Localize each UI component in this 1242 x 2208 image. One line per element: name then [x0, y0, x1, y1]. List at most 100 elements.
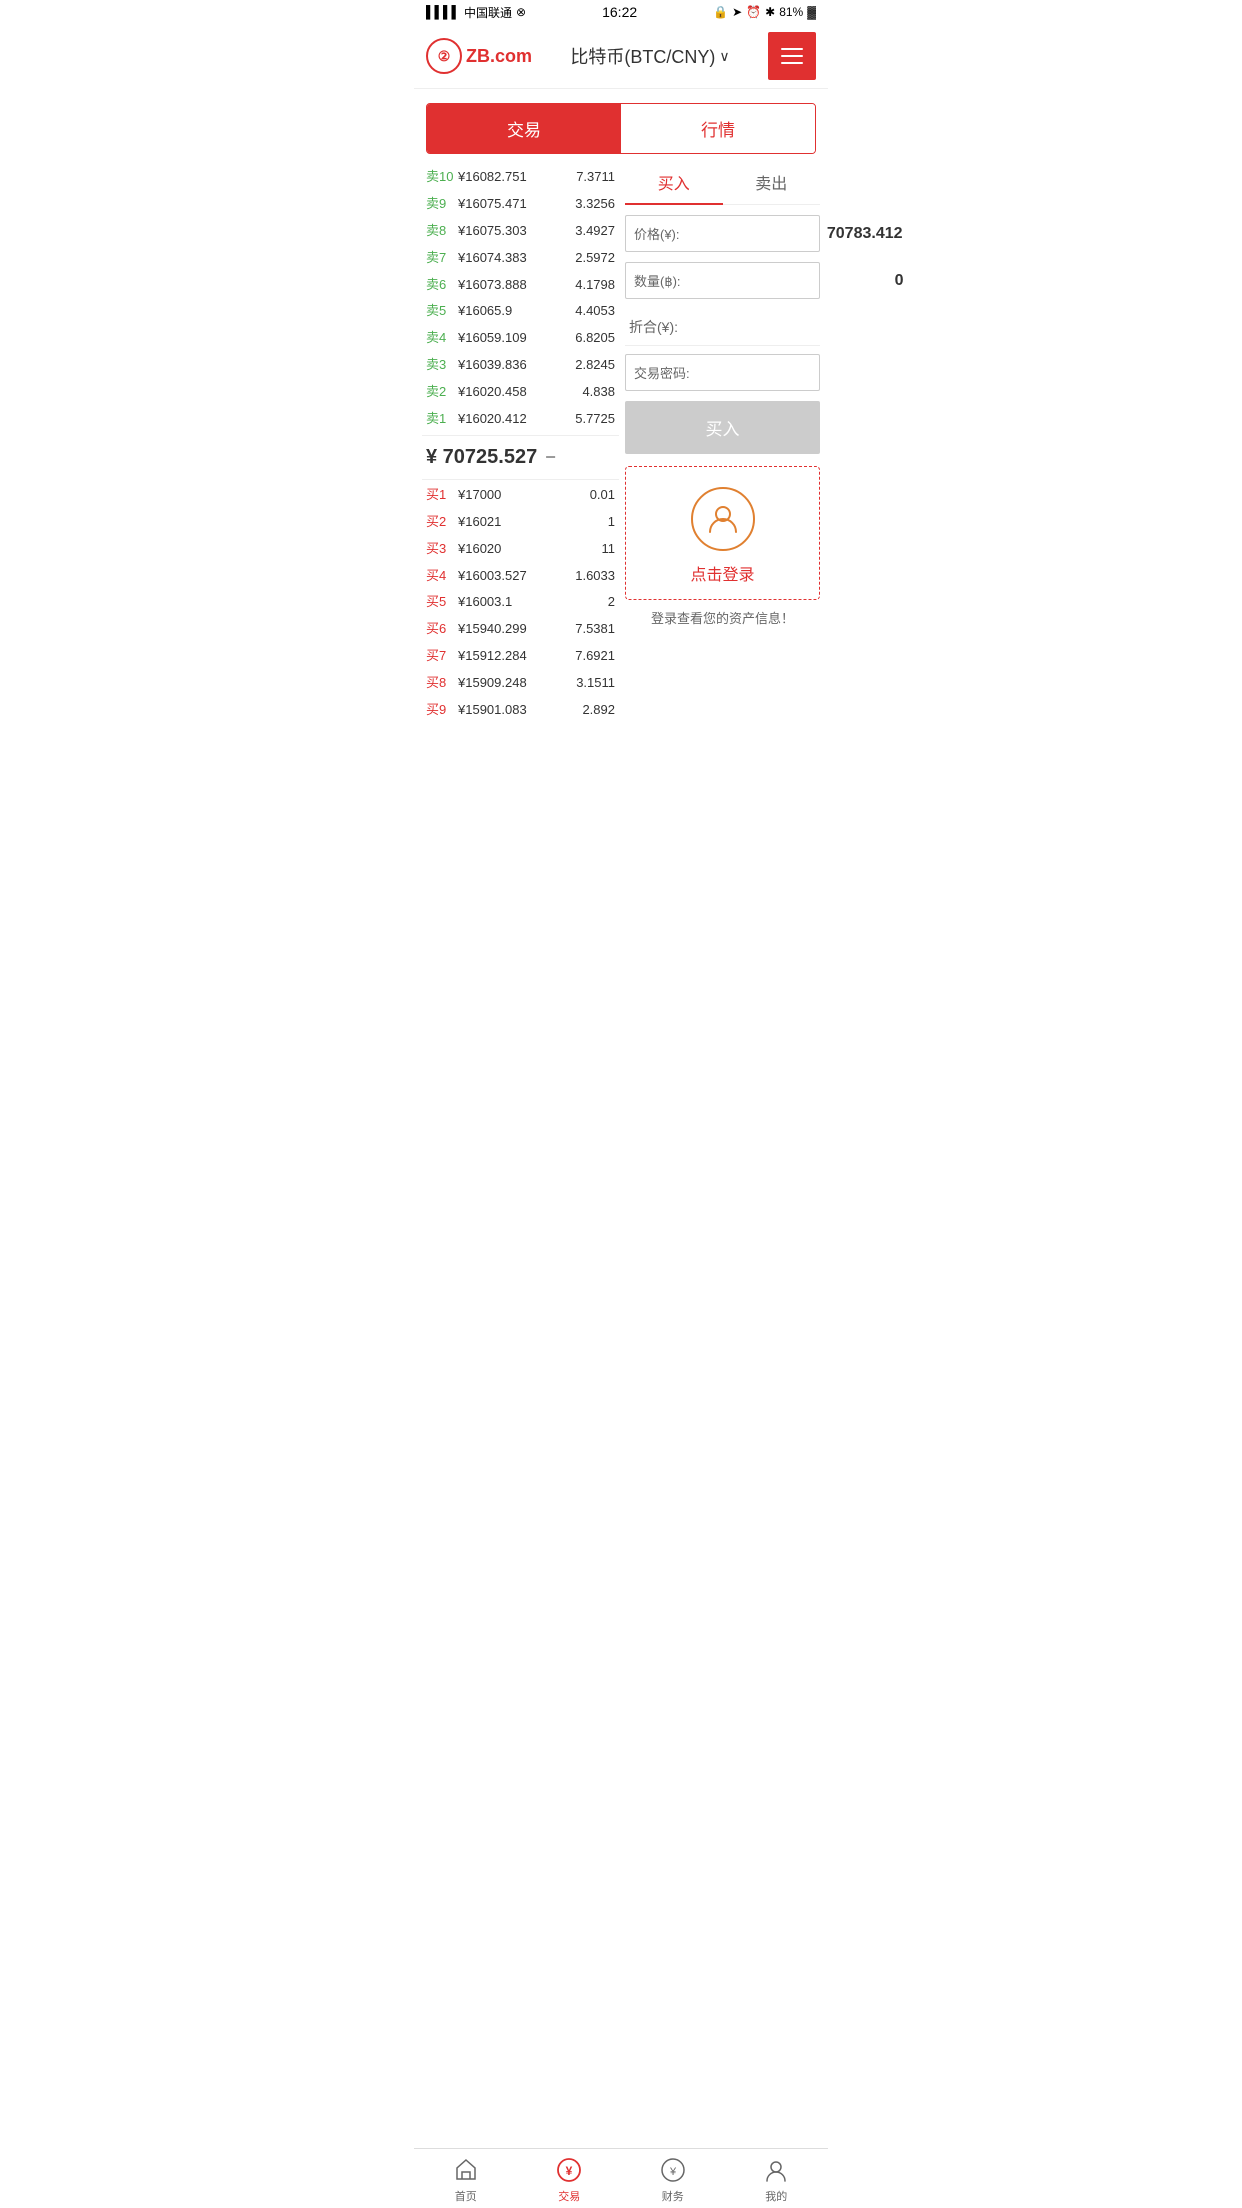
buy-order-row[interactable]: 买1 ¥17000 0.01 [422, 482, 619, 509]
nav-trade[interactable]: ¥ 交易 [518, 2155, 622, 2204]
tab-trade[interactable]: 交易 [427, 104, 621, 153]
sell-side-label: 卖2 [426, 384, 454, 401]
sell-price: ¥16065.9 [454, 303, 575, 320]
buy-order-row[interactable]: 买6 ¥15940.299 7.5381 [422, 616, 619, 643]
sell-side-label: 卖4 [426, 330, 454, 347]
login-box: 点击登录 [625, 466, 820, 600]
sell-price: ¥16059.109 [454, 330, 575, 347]
sell-qty: 4.838 [582, 384, 615, 401]
status-bar: ▌▌▌▌ 中国联通 ⊗ 16:22 🔒 ➤ ⏰ ✱ 81% ▓ [414, 0, 828, 24]
price-row: 价格(¥): [625, 215, 820, 252]
buy-side-label: 买1 [426, 487, 454, 504]
buy-order-row[interactable]: 买4 ¥16003.527 1.6033 [422, 563, 619, 590]
password-input[interactable] [694, 364, 913, 382]
buy-price: ¥15901.083 [454, 702, 582, 719]
sell-order-row[interactable]: 卖1 ¥16020.412 5.7725 [422, 406, 619, 433]
nav-profile-label: 我的 [765, 2188, 787, 2204]
carrier-name: 中国联通 [464, 4, 512, 21]
sell-order-row[interactable]: 卖3 ¥16039.836 2.8245 [422, 352, 619, 379]
sell-side-label: 卖8 [426, 223, 454, 240]
header-title[interactable]: 比特币(BTC/CNY) ∨ [570, 43, 729, 69]
buy-order-row[interactable]: 买2 ¥16021 1 [422, 509, 619, 536]
sell-price: ¥16073.888 [454, 277, 575, 294]
tab-sell[interactable]: 卖出 [723, 164, 821, 200]
nav-home[interactable]: 首页 [414, 2155, 518, 2204]
sell-qty: 2.8245 [575, 357, 615, 374]
buy-price: ¥16003.527 [454, 568, 575, 585]
buy-order-row[interactable]: 买8 ¥15909.248 3.1511 [422, 670, 619, 697]
main-tabs: 交易 行情 [426, 103, 816, 154]
sell-order-row[interactable]: 卖9 ¥16075.471 3.3256 [422, 191, 619, 218]
buy-qty: 11 [602, 541, 616, 558]
sell-price: ¥16075.303 [454, 223, 575, 240]
sell-qty: 4.4053 [575, 303, 615, 320]
qty-row: 数量(฿): [625, 262, 820, 299]
nav-trade-label: 交易 [558, 2188, 580, 2204]
bluetooth-icon: ✱ [765, 5, 775, 19]
buy-side-label: 买2 [426, 514, 454, 531]
sell-side-label: 卖9 [426, 196, 454, 213]
sell-order-row[interactable]: 卖2 ¥16020.458 4.838 [422, 379, 619, 406]
qty-label: 数量(฿): [634, 271, 681, 290]
price-field-group: 价格(¥): [625, 215, 820, 252]
mid-price-icon[interactable]: − [545, 447, 556, 468]
buy-qty: 1.6033 [575, 568, 615, 585]
sell-order-row[interactable]: 卖10 ¥16082.751 7.3711 [422, 164, 619, 191]
sell-price: ¥16020.412 [454, 411, 575, 428]
finance-icon: ¥ [658, 2155, 688, 2185]
nav-finance[interactable]: ¥ 财务 [621, 2155, 725, 2204]
trade-icon: ¥ [554, 2155, 584, 2185]
total-row: 折合(¥): [625, 309, 820, 346]
buy-qty: 2.892 [582, 702, 615, 719]
buy-qty: 7.5381 [575, 621, 615, 638]
logo: ② ZB.com [426, 38, 532, 74]
menu-line-2 [781, 55, 803, 57]
sell-order-row[interactable]: 卖5 ¥16065.9 4.4053 [422, 298, 619, 325]
mid-price-value: ¥ 70725.527 [426, 446, 537, 469]
buy-side-label: 买9 [426, 702, 454, 719]
password-field-group: 交易密码: [625, 354, 820, 391]
login-button[interactable]: 点击登录 [690, 561, 754, 585]
location-icon: ➤ [732, 5, 742, 19]
sell-order-row[interactable]: 卖7 ¥16074.383 2.5972 [422, 245, 619, 272]
status-left: ▌▌▌▌ 中国联通 ⊗ [426, 4, 526, 21]
sell-qty: 6.8205 [575, 330, 615, 347]
nav-profile[interactable]: 我的 [725, 2155, 829, 2204]
buy-order-row[interactable]: 买9 ¥15901.083 2.892 [422, 697, 619, 724]
tab-market[interactable]: 行情 [621, 104, 815, 153]
qty-field-group: 数量(฿): [625, 262, 820, 299]
sell-price: ¥16082.751 [454, 169, 576, 186]
buy-side-label: 买6 [426, 621, 454, 638]
sell-order-row[interactable]: 卖8 ¥16075.303 3.4927 [422, 218, 619, 245]
right-panel: 买入 卖出 价格(¥): 数量(฿): 折合(¥): [625, 164, 820, 724]
sell-price: ¥16020.458 [454, 384, 582, 401]
menu-button[interactable] [768, 32, 816, 80]
buy-order-row[interactable]: 买7 ¥15912.284 7.6921 [422, 643, 619, 670]
signal-icon: ▌▌▌▌ [426, 5, 460, 19]
price-input[interactable] [684, 225, 903, 243]
sell-qty: 3.4927 [575, 223, 615, 240]
buy-orders: 买1 ¥17000 0.01 买2 ¥16021 1 买3 ¥16020 11 … [422, 482, 619, 724]
buy-order-row[interactable]: 买5 ¥16003.1 2 [422, 589, 619, 616]
sell-order-row[interactable]: 卖4 ¥16059.109 6.8205 [422, 325, 619, 352]
bottom-nav: 首页 ¥ 交易 ¥ 财务 我的 [414, 2148, 828, 2208]
sell-side-label: 卖6 [426, 277, 454, 294]
buy-price: ¥17000 [454, 487, 590, 504]
sell-order-row[interactable]: 卖6 ¥16073.888 4.1798 [422, 272, 619, 299]
home-icon [451, 2155, 481, 2185]
qty-input[interactable] [685, 272, 904, 290]
logo-text: ZB.com [466, 46, 532, 67]
price-label: 价格(¥): [634, 224, 680, 243]
buy-order-row[interactable]: 买3 ¥16020 11 [422, 536, 619, 563]
tab-buy[interactable]: 买入 [625, 164, 723, 205]
nav-home-label: 首页 [455, 2188, 477, 2204]
status-right: 🔒 ➤ ⏰ ✱ 81% ▓ [713, 5, 816, 19]
buy-qty: 3.1511 [576, 675, 615, 692]
password-row: 交易密码: [625, 354, 820, 391]
header: ② ZB.com 比特币(BTC/CNY) ∨ [414, 24, 828, 89]
sell-qty: 7.3711 [576, 169, 615, 186]
buy-button[interactable]: 买入 [625, 401, 820, 454]
buy-price: ¥16021 [454, 514, 608, 531]
nav-finance-label: 财务 [662, 2188, 684, 2204]
buy-qty: 1 [608, 514, 615, 531]
